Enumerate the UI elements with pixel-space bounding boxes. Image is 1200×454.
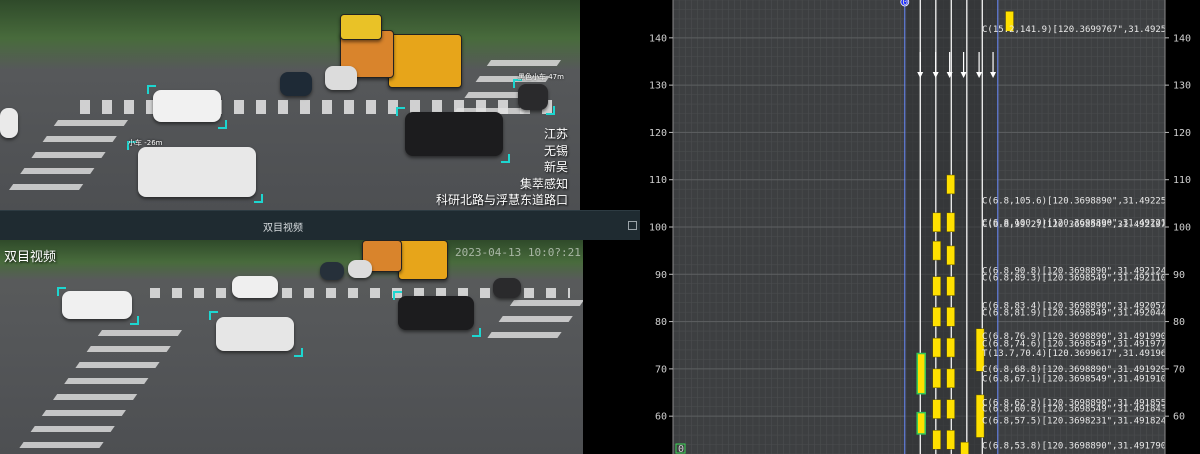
bottom-marker-label: 0 <box>678 444 684 454</box>
detection-box <box>127 141 263 203</box>
vehicle-marker <box>946 368 955 389</box>
left-tick-label: 90 <box>655 270 667 281</box>
left-tick-label: 80 <box>655 317 667 328</box>
vehicle-marker <box>946 337 955 358</box>
car <box>348 260 372 278</box>
right-tick-label: 120 <box>1173 128 1191 139</box>
intersection-text: 科研北路与浮慧东道路口 <box>435 193 568 207</box>
right-tick-label: 80 <box>1173 317 1185 328</box>
district-text: 新吴 <box>543 160 568 174</box>
detection-box <box>513 79 555 115</box>
left-tick-label: 70 <box>655 364 667 375</box>
car <box>320 262 344 280</box>
panel-title-bar: 双目视频 <box>0 210 640 241</box>
vehicle-label: 小车 -26m <box>128 139 163 147</box>
vehicle-marker <box>946 212 955 232</box>
vehicle-coordinate-label: C(15.2,141.9)[120.3699767",31.4925848 <box>982 25 1182 35</box>
right-tick-label: 110 <box>1173 175 1191 186</box>
vehicle-marker <box>946 430 955 450</box>
vehicle-marker <box>946 399 955 419</box>
maximize-icon[interactable] <box>628 221 637 230</box>
separator <box>583 240 640 454</box>
left-tick-label: 130 <box>649 81 667 92</box>
separator <box>580 0 640 210</box>
bus <box>398 240 448 280</box>
left-tick-label: 60 <box>655 412 667 423</box>
panel-title: 双目视频 <box>263 223 303 234</box>
left-tick-label: 110 <box>649 175 667 186</box>
right-tick-label: 60 <box>1173 412 1185 423</box>
vehicle-marker <box>946 245 955 266</box>
vehicle-marker <box>932 430 941 450</box>
vehicle-coordinate-label: T(13.7,70.4)[120.3699617",31.4919610" <box>982 349 1182 359</box>
vehicle-marker <box>932 240 941 261</box>
vehicle-marker <box>960 441 969 454</box>
right-tick-label: 70 <box>1173 364 1185 375</box>
detection-box <box>147 85 227 129</box>
left-tick-label: 140 <box>649 33 667 44</box>
detection-box <box>57 287 139 325</box>
bus <box>388 34 462 88</box>
province-text: 江苏 <box>543 127 568 141</box>
vehicle-marker <box>932 368 941 389</box>
vehicle-marker <box>932 307 941 327</box>
right-tick-label: 130 <box>1173 81 1191 92</box>
vehicle-marker-tracked <box>916 352 926 395</box>
car <box>280 72 312 96</box>
right-tick-label: 140 <box>1173 33 1191 44</box>
right-tick-label: 90 <box>1173 270 1185 281</box>
detection-box <box>209 311 303 357</box>
top-camera-view[interactable]: 黑色小车 47m 小车 -26m 江苏 无锡 新吴 集萃感知 科研北路与浮慧东道… <box>0 0 580 210</box>
timestamp: 2023-04-13 10:0?:21 <box>455 246 581 259</box>
car <box>0 108 18 138</box>
vehicle-marker <box>932 337 941 358</box>
org-text: 集萃感知 <box>519 176 568 191</box>
vehicle-marker <box>946 307 955 327</box>
car <box>325 66 357 90</box>
location-overlay: 江苏 无锡 新吴 集萃感知 科研北路与浮慧东道路口 <box>436 126 568 209</box>
bottom-camera-view[interactable]: 双目视频 2023-04-13 10:0?:21 <box>0 240 583 454</box>
bus <box>340 14 382 40</box>
car <box>232 276 278 298</box>
right-tick-label: 100 <box>1173 223 1191 234</box>
vehicle-marker <box>932 212 941 232</box>
lane-marker-label: 0 <box>902 0 908 8</box>
chart-canvas: 00C(15.2,141.9)[120.3699767",31.4925848C… <box>640 0 1200 454</box>
left-tick-label: 120 <box>649 128 667 139</box>
vehicle-marker-tracked <box>916 411 926 435</box>
vehicle-marker <box>946 276 955 296</box>
vehicle-marker <box>932 399 941 419</box>
video-title: 双目视频 <box>4 250 57 265</box>
detection-box <box>393 291 481 337</box>
vehicle-label: 黑色小车 47m <box>518 73 564 81</box>
lane-position-chart[interactable]: 0 0 C(15.2,141.9)[120.3699767",31.4925848 C… <box>640 0 1200 454</box>
car <box>493 278 521 298</box>
left-tick-label: 100 <box>649 223 667 234</box>
vehicle-marker <box>946 174 955 195</box>
city-text: 无锡 <box>543 143 568 158</box>
vehicle-marker <box>932 276 941 296</box>
